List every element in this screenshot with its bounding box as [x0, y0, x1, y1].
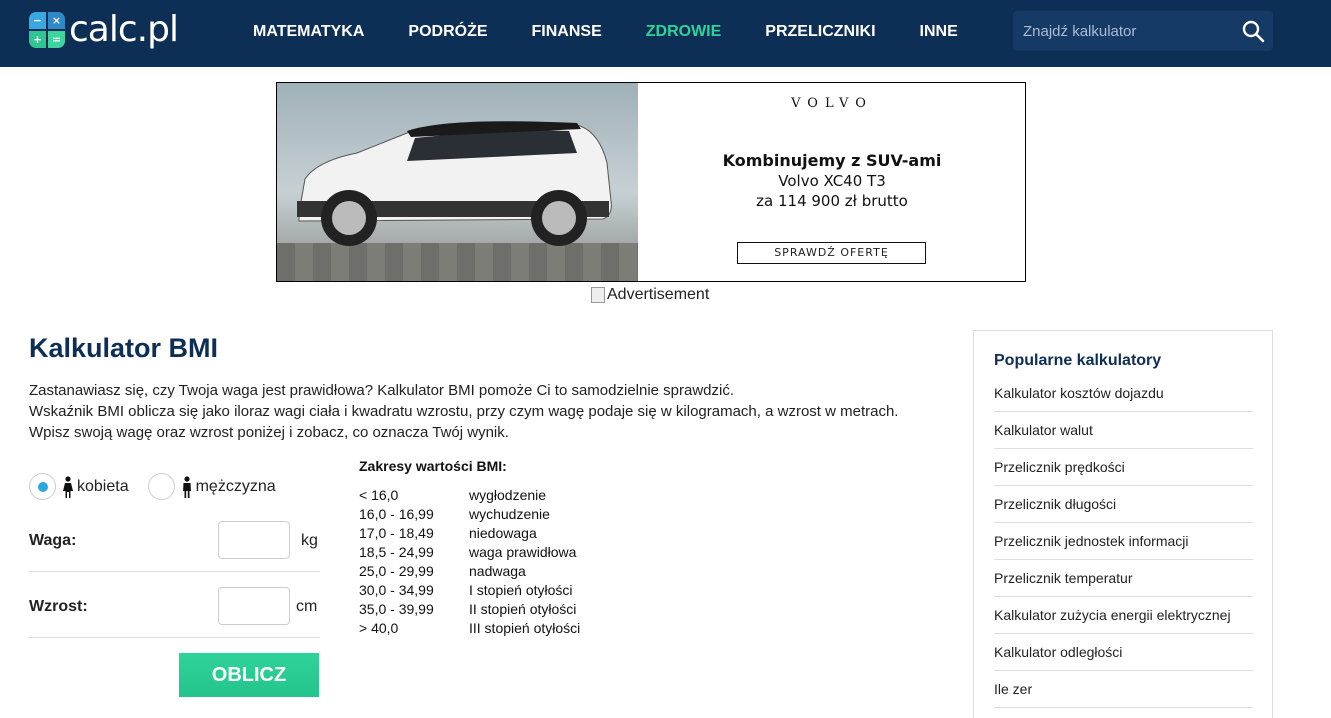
range-label: nadwaga	[469, 563, 526, 579]
sidebar-item-ile-zer[interactable]: Ile zer	[994, 671, 1253, 708]
range-label: wychudzenie	[469, 506, 550, 522]
range-label: II stopień otyłości	[469, 601, 577, 617]
range-value: 25,0 - 29,99	[359, 563, 434, 579]
search-icon[interactable]	[1241, 19, 1265, 43]
ad-price-text: za 114 900 zł brutto	[756, 192, 908, 210]
range-value: 18,5 - 24,99	[359, 544, 434, 560]
calculate-button[interactable]: OBLICZ	[179, 653, 319, 697]
ranges-table: < 16,0 wygłodzenie 16,0 - 16,99 wychudzeni…	[359, 486, 580, 638]
logo-minus-symbol: −	[29, 12, 46, 29]
table-row: 25,0 - 29,99 nadwaga	[359, 562, 580, 581]
range-value: 35,0 - 39,99	[359, 601, 434, 617]
logo-text: calc.pl	[69, 9, 179, 50]
site-logo[interactable]: − × + = calc.pl	[29, 9, 179, 50]
weight-unit: kg	[301, 532, 318, 549]
intro-text: Zastanawiasz się, czy Twoja waga jest pr…	[29, 380, 949, 443]
ad-model-text: Volvo XC40 T3	[778, 172, 886, 190]
sidebar-item-kalkulator-odleglosci[interactable]: Kalkulator odległości	[994, 634, 1253, 671]
range-value: 17,0 - 18,49	[359, 525, 434, 541]
table-row: 17,0 - 18,49 niedowaga	[359, 524, 580, 543]
intro-line: Zastanawiasz się, czy Twoja waga jest pr…	[29, 382, 735, 399]
weight-input[interactable]	[218, 521, 290, 559]
weight-row: Waga: kg	[29, 506, 320, 572]
logo-plus-symbol: +	[29, 31, 46, 48]
sidebar-item-kalkulator-zuzycia-energii[interactable]: Kalkulator zużycia energii elektrycznej	[994, 597, 1253, 634]
male-label[interactable]: mężczyzna	[196, 478, 276, 496]
female-icon	[63, 475, 73, 498]
car-photo	[277, 83, 638, 281]
intro-line: Wskaźnik BMI oblicza się jako iloraz wag…	[29, 403, 899, 420]
sidebar-list: Kalkulator kosztów dojazdu Kalkulator wa…	[994, 375, 1253, 708]
range-label: I stopień otyłości	[469, 582, 573, 598]
table-row: 35,0 - 39,99 II stopień otyłości	[359, 600, 580, 619]
height-label: Wzrost:	[29, 598, 88, 615]
sidebar-item-przelicznik-predkosci[interactable]: Przelicznik prędkości	[994, 449, 1253, 486]
nav-item-podroze[interactable]: PODRÓŻE	[408, 22, 487, 41]
table-row: < 16,0 wygłodzenie	[359, 486, 580, 505]
height-input[interactable]	[218, 587, 290, 625]
sidebar-item-kalkulator-kosztow-dojazdu[interactable]: Kalkulator kosztów dojazdu	[994, 375, 1253, 412]
gender-selector: kobieta mężczyzna	[29, 473, 276, 500]
ad-cta-button[interactable]: SPRAWDŹ OFERTĘ	[737, 242, 926, 264]
broken-image-icon	[591, 287, 605, 303]
female-label[interactable]: kobieta	[77, 478, 129, 496]
site-header: − × + = calc.pl MATEMATYKA PODRÓŻE FINAN…	[0, 0, 1331, 67]
range-label: niedowaga	[469, 525, 537, 541]
popular-calculators-sidebar: Popularne kalkulatory Kalkulator kosztów…	[973, 330, 1273, 718]
calculator-logo-icon: − × + =	[29, 12, 65, 48]
weight-label: Waga:	[29, 532, 77, 549]
female-radio[interactable]	[29, 473, 56, 500]
sidebar-title: Popularne kalkulatory	[994, 352, 1162, 369]
logo-times-symbol: ×	[48, 12, 65, 29]
radio-selected-dot	[37, 481, 48, 492]
logo-equals-symbol: =	[48, 31, 65, 48]
male-radio[interactable]	[147, 473, 175, 500]
male-icon	[182, 475, 191, 498]
ad-brand-logo: VOLVO	[791, 96, 873, 111]
page-title: Kalkulator BMI	[29, 333, 219, 363]
search-input[interactable]	[1013, 11, 1233, 51]
height-row: Wzrost: cm	[29, 572, 320, 638]
ranges-heading: Zakresy wartości BMI:	[359, 458, 507, 474]
advertisement-alt-text: Advertisement	[607, 286, 710, 303]
table-row: > 40,0 III stopień otyłości	[359, 619, 580, 638]
nav-item-przeliczniki[interactable]: PRZELICZNIKI	[765, 22, 875, 41]
table-row: 18,5 - 24,99 waga prawidłowa	[359, 543, 580, 562]
sidebar-item-przelicznik-jednostek-informacji[interactable]: Przelicznik jednostek informacji	[994, 523, 1253, 560]
height-unit: cm	[296, 598, 318, 615]
ad-headline: Kombinujemy z SUV-ami	[722, 151, 942, 170]
range-value: > 40,0	[359, 620, 399, 636]
search-box	[1013, 11, 1273, 51]
advertisement-image: Advertisement	[591, 286, 709, 304]
sidebar-item-kalkulator-walut[interactable]: Kalkulator walut	[994, 412, 1253, 449]
range-value: 16,0 - 16,99	[359, 506, 434, 522]
nav-item-inne[interactable]: INNE	[920, 22, 958, 41]
range-label: III stopień otyłości	[469, 620, 581, 636]
main-nav: MATEMATYKA PODRÓŻE FINANSE ZDROWIE PRZEL…	[253, 22, 1002, 41]
sidebar-item-przelicznik-temperatur[interactable]: Przelicznik temperatur	[994, 560, 1253, 597]
bmi-ranges: Zakresy wartości BMI: < 16,0 wygłodzenie …	[359, 458, 580, 638]
range-label: waga prawidłowa	[469, 544, 577, 560]
sidebar-item-przelicznik-dlugosci[interactable]: Przelicznik długości	[994, 486, 1253, 523]
nav-item-matematyka[interactable]: MATEMATYKA	[253, 22, 364, 41]
ad-banner[interactable]: VOLVO Kombinujemy z SUV-ami Volvo XC40 T…	[276, 82, 1026, 282]
table-row: 30,0 - 34,99 I stopień otyłości	[359, 581, 580, 600]
nav-item-zdrowie[interactable]: ZDROWIE	[646, 22, 722, 41]
range-value: 30,0 - 34,99	[359, 582, 434, 598]
range-value: < 16,0	[359, 487, 399, 503]
table-row: 16,0 - 16,99 wychudzenie	[359, 505, 580, 524]
suv-car-image	[297, 121, 612, 246]
intro-line: Wpisz swoją wagę oraz wzrost poniżej i z…	[29, 424, 509, 441]
range-label: wygłodzenie	[469, 487, 547, 503]
nav-item-finanse[interactable]: FINANSE	[532, 22, 602, 41]
